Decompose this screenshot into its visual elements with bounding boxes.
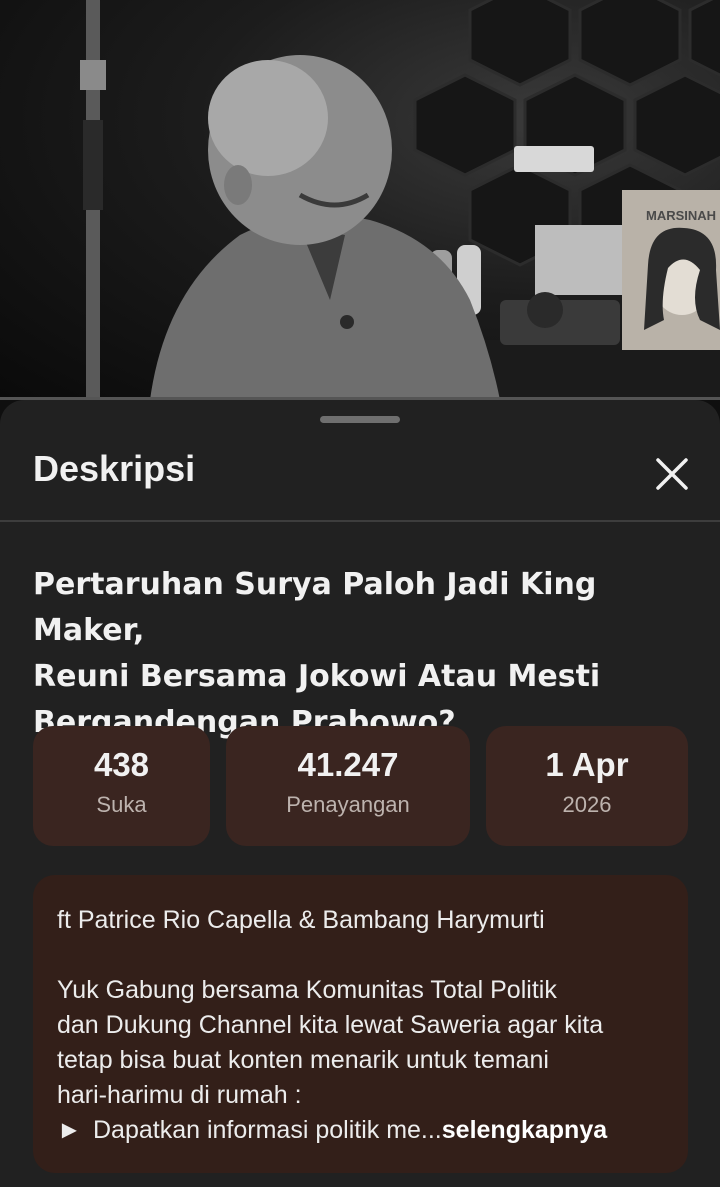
likes-label: Suka — [96, 792, 147, 817]
drag-handle[interactable] — [320, 416, 400, 423]
video-frame: MARSINAH — [80, 0, 720, 400]
close-button[interactable] — [648, 450, 696, 498]
header-divider — [0, 520, 720, 522]
sheet-header: Deskripsi — [0, 440, 720, 520]
video-title-line: Reuni Bersama Jokowi Atau Mesti — [33, 659, 601, 694]
show-more-link[interactable]: selengkapnya — [442, 1113, 607, 1148]
date-stat-card: 1 Apr 2026 — [486, 726, 688, 846]
description-line: hari-harimu di rumah : — [57, 1081, 302, 1109]
description-line: tetap bisa buat konten menarik untuk tem… — [57, 1046, 549, 1074]
description-truncated-text: Dapatkan informasi politik me... — [93, 1116, 442, 1144]
sheet-title: Deskripsi — [33, 448, 196, 489]
likes-stat-card: 438 Suka — [33, 726, 210, 846]
video-player[interactable]: MARSINAH — [0, 0, 720, 400]
arrow-bullet-icon: ► — [57, 1116, 82, 1144]
views-stat-card: 41.247 Penayangan — [226, 726, 470, 846]
description-line: Yuk Gabung bersama Komunitas Total Polit… — [57, 976, 557, 1004]
views-label: Penayangan — [286, 792, 410, 817]
video-title: Pertaruhan Surya Paloh Jadi King Maker, … — [33, 562, 693, 746]
poster-text: MARSINAH — [646, 208, 716, 223]
upload-date: 1 Apr — [545, 746, 629, 783]
close-icon — [656, 458, 688, 490]
description-line: ft Patrice Rio Capella & Bambang Harymur… — [57, 906, 545, 934]
upload-year: 2026 — [562, 792, 612, 817]
description-box[interactable]: ft Patrice Rio Capella & Bambang Harymur… — [33, 875, 688, 1173]
likes-count: 438 — [93, 746, 150, 783]
description-sheet: Deskripsi Pertaruhan Surya Paloh Jadi Ki… — [0, 400, 720, 1187]
description-line: dan Dukung Channel kita lewat Saweria ag… — [57, 1011, 604, 1039]
views-count: 41.247 — [297, 746, 399, 783]
description-bullet-line: ► Dapatkan informasi politik me... selen… — [57, 1113, 664, 1148]
video-title-line: Pertaruhan Surya Paloh Jadi King Maker, — [33, 567, 597, 648]
